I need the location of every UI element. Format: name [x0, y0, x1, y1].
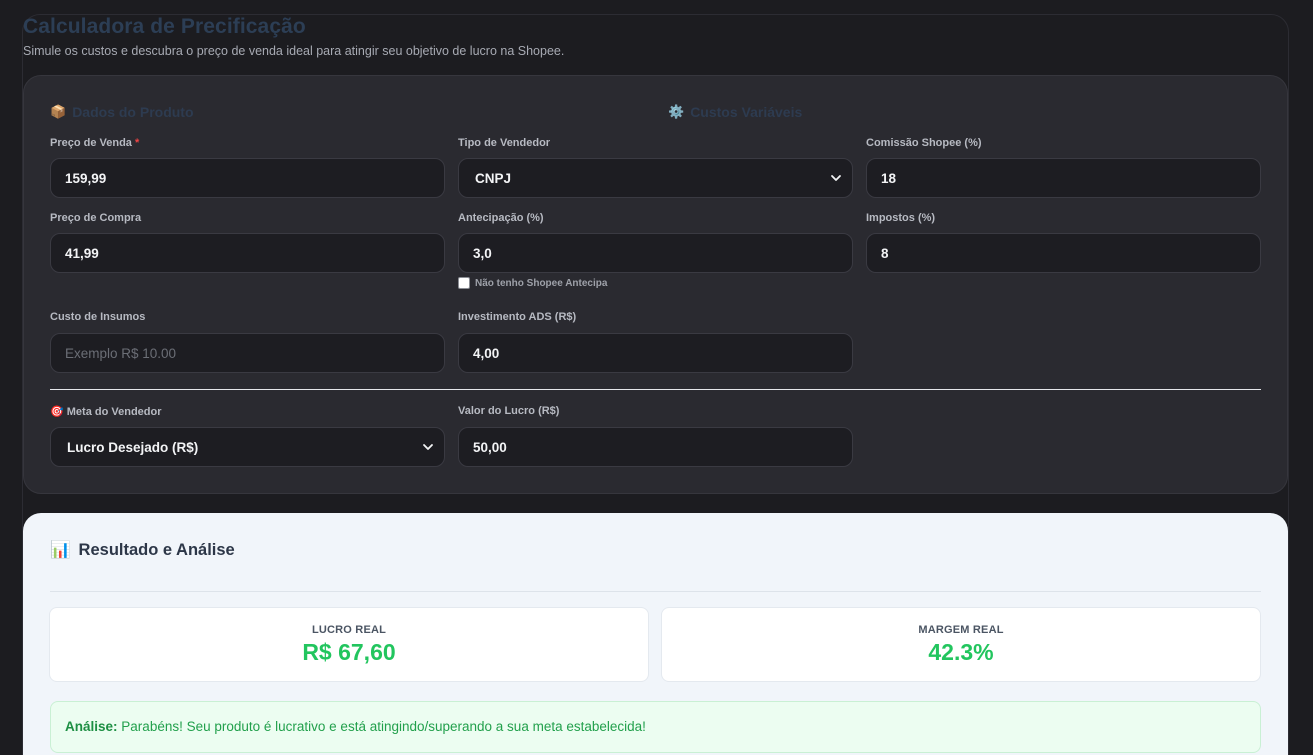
custo-insumos-input[interactable]: [50, 333, 445, 373]
meta-select[interactable]: Lucro Desejado (R$): [50, 427, 445, 467]
margem-real-card: MARGEM REAL 42.3%: [661, 607, 1261, 682]
comissao-label: Comissão Shopee (%): [866, 137, 982, 149]
target-icon: 🎯: [50, 406, 64, 418]
analysis-text: Parabéns! Seu produto é lucrativo e está…: [121, 719, 646, 734]
antecipacao-label: Antecipação (%): [458, 212, 544, 224]
tipo-vendedor-value: CNPJ: [475, 170, 512, 186]
section-variable-title: Custos Variáveis: [690, 104, 803, 120]
lucro-real-card: LUCRO REAL R$ 67,60: [49, 607, 649, 682]
investimento-ads-label: Investimento ADS (R$): [458, 311, 577, 323]
results-title: 📊 Resultado e Análise: [50, 541, 235, 559]
analysis-prefix: Análise:: [65, 719, 118, 734]
investimento-ads-input[interactable]: [458, 333, 853, 373]
lucro-real-value: R$ 67,60: [302, 639, 396, 665]
page-title: Calculadora de Precificação: [23, 15, 306, 38]
preco-compra-label: Preço de Compra: [50, 212, 142, 224]
margem-real-label: MARGEM REAL: [918, 624, 1004, 636]
preco-venda-input[interactable]: [50, 158, 445, 198]
section-variable-header: ⚙️ Custos Variáveis: [668, 104, 802, 120]
lucro-real-label: LUCRO REAL: [311, 624, 387, 636]
margem-real-value: 42.3%: [928, 639, 994, 665]
tipo-vendedor-label: Tipo de Vendedor: [458, 137, 551, 149]
sem-antecipa-checkbox[interactable]: [458, 277, 470, 289]
page-subtitle: Simule os custos e descubra o preço de v…: [23, 44, 565, 58]
sem-antecipa-option[interactable]: Não tenho Shopee Antecipa: [458, 277, 607, 289]
preco-compra-input[interactable]: [50, 233, 445, 273]
package-icon: 📦: [50, 104, 67, 119]
antecipacao-input[interactable]: [458, 233, 853, 273]
meta-label: 🎯 Meta do Vendedor: [50, 406, 162, 418]
chevron-down-icon: [423, 444, 433, 450]
impostos-input[interactable]: [866, 233, 1261, 273]
section-product-header: 📦 Dados do Produto: [50, 104, 194, 120]
sem-antecipa-label: Não tenho Shopee Antecipa: [475, 277, 608, 289]
meta-value: Lucro Desejado (R$): [67, 439, 199, 455]
section-product-title: Dados do Produto: [72, 104, 194, 120]
required-mark: *: [135, 137, 140, 149]
form-divider: [50, 389, 1261, 390]
chevron-down-icon: [831, 175, 841, 181]
valor-lucro-input[interactable]: [458, 427, 853, 467]
impostos-label: Impostos (%): [866, 212, 936, 224]
bar-chart-icon: 📊: [50, 541, 71, 559]
tipo-vendedor-select[interactable]: CNPJ: [458, 158, 853, 198]
custo-insumos-label: Custo de Insumos: [50, 311, 146, 323]
gear-icon: ⚙️: [668, 104, 685, 119]
valor-lucro-label: Valor do Lucro (R$): [458, 405, 560, 417]
results-divider: [50, 591, 1261, 592]
preco-venda-label: Preço de Venda *: [50, 137, 140, 149]
analysis-box: Análise: Parabéns! Seu produto é lucrati…: [50, 701, 1261, 753]
comissao-input[interactable]: [866, 158, 1261, 198]
